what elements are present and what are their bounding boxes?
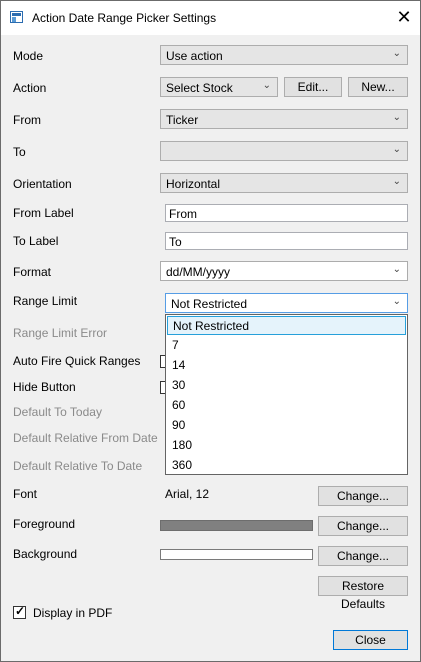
to-label-input[interactable]: To — [165, 232, 408, 250]
background-color-swatch — [160, 549, 313, 560]
range-limit-label: Range Limit — [13, 294, 78, 308]
hide-button-label: Hide Button — [13, 380, 76, 394]
foreground-color-swatch — [160, 520, 313, 531]
from-label-value: From — [169, 207, 197, 221]
app-icon — [10, 11, 23, 23]
mode-select[interactable]: Use action ⌄ — [160, 45, 408, 65]
dropdown-option-14[interactable]: 14 — [167, 356, 406, 375]
title-bar: Action Date Range Picker Settings ✕ — [1, 1, 420, 35]
format-label: Format — [13, 265, 52, 279]
close-button[interactable]: Close — [333, 630, 408, 650]
range-limit-error-label: Range Limit Error — [13, 326, 108, 340]
orientation-label: Orientation — [13, 177, 72, 191]
from-value: Ticker — [166, 113, 199, 127]
to-label-value: To — [169, 235, 182, 249]
dropdown-option-180[interactable]: 180 — [167, 436, 406, 455]
chevron-down-icon: ⌄ — [392, 144, 401, 155]
action-label: Action — [13, 81, 47, 95]
from-label-input[interactable]: From — [165, 204, 408, 222]
font-change-button[interactable]: Change... — [318, 486, 408, 506]
from-label-label: From Label — [13, 206, 74, 220]
dropdown-option-30[interactable]: 30 — [167, 376, 406, 395]
from-select[interactable]: Ticker ⌄ — [160, 109, 408, 129]
dropdown-option-not-restricted[interactable]: Not Restricted — [167, 316, 406, 335]
chevron-down-icon: ⌄ — [392, 296, 401, 307]
background-change-button[interactable]: Change... — [318, 546, 408, 566]
foreground-label: Foreground — [13, 517, 76, 531]
to-label: To — [13, 145, 26, 159]
orientation-select[interactable]: Horizontal ⌄ — [160, 173, 408, 193]
orientation-value: Horizontal — [166, 177, 221, 191]
range-limit-value: Not Restricted — [171, 297, 248, 311]
window-title: Action Date Range Picker Settings — [32, 11, 217, 25]
format-value: dd/MM/yyyy — [166, 265, 231, 279]
display-in-pdf-checkbox[interactable]: ✓ — [13, 604, 26, 619]
check-icon: ✓ — [15, 604, 26, 618]
default-to-today-label: Default To Today — [13, 405, 102, 419]
foreground-change-button[interactable]: Change... — [318, 516, 408, 536]
action-select[interactable]: Select Stock ⌄ — [160, 77, 278, 97]
settings-dialog: Action Date Range Picker Settings ✕ Mode… — [0, 0, 421, 662]
range-limit-dropdown-list: Not Restricted 7 14 30 60 90 180 360 — [165, 314, 408, 475]
restore-defaults-button[interactable]: Restore Defaults — [318, 576, 408, 611]
action-value: Select Stock — [166, 81, 233, 95]
auto-fire-label: Auto Fire Quick Ranges — [13, 354, 141, 368]
new-action-button[interactable]: New... — [348, 77, 408, 97]
chevron-down-icon: ⌄ — [392, 176, 401, 187]
from-label: From — [13, 113, 41, 127]
dropdown-option-360[interactable]: 360 — [167, 456, 406, 475]
background-label: Background — [13, 547, 78, 561]
chevron-down-icon: ⌄ — [262, 80, 271, 91]
font-value: Arial, 12 — [165, 487, 210, 501]
to-label-label: To Label — [13, 234, 59, 248]
mode-label: Mode — [13, 49, 44, 63]
format-select[interactable]: dd/MM/yyyy ⌄ — [160, 261, 408, 281]
dropdown-option-60[interactable]: 60 — [167, 396, 406, 415]
close-window-icon[interactable]: ✕ — [394, 7, 414, 27]
default-relative-from-label: Default Relative From Date — [13, 431, 158, 445]
default-relative-to-label: Default Relative To Date — [13, 459, 143, 473]
chevron-down-icon: ⌄ — [392, 112, 401, 123]
font-label: Font — [13, 487, 38, 501]
dropdown-option-90[interactable]: 90 — [167, 416, 406, 435]
to-select[interactable]: ⌄ — [160, 141, 408, 161]
dropdown-option-7[interactable]: 7 — [167, 336, 406, 355]
edit-action-button[interactable]: Edit... — [284, 77, 342, 97]
range-limit-select[interactable]: Not Restricted ⌄ — [165, 293, 408, 313]
display-in-pdf-label: Display in PDF — [33, 606, 113, 620]
chevron-down-icon: ⌄ — [392, 264, 401, 275]
chevron-down-icon: ⌄ — [392, 48, 401, 59]
mode-value: Use action — [166, 49, 223, 63]
